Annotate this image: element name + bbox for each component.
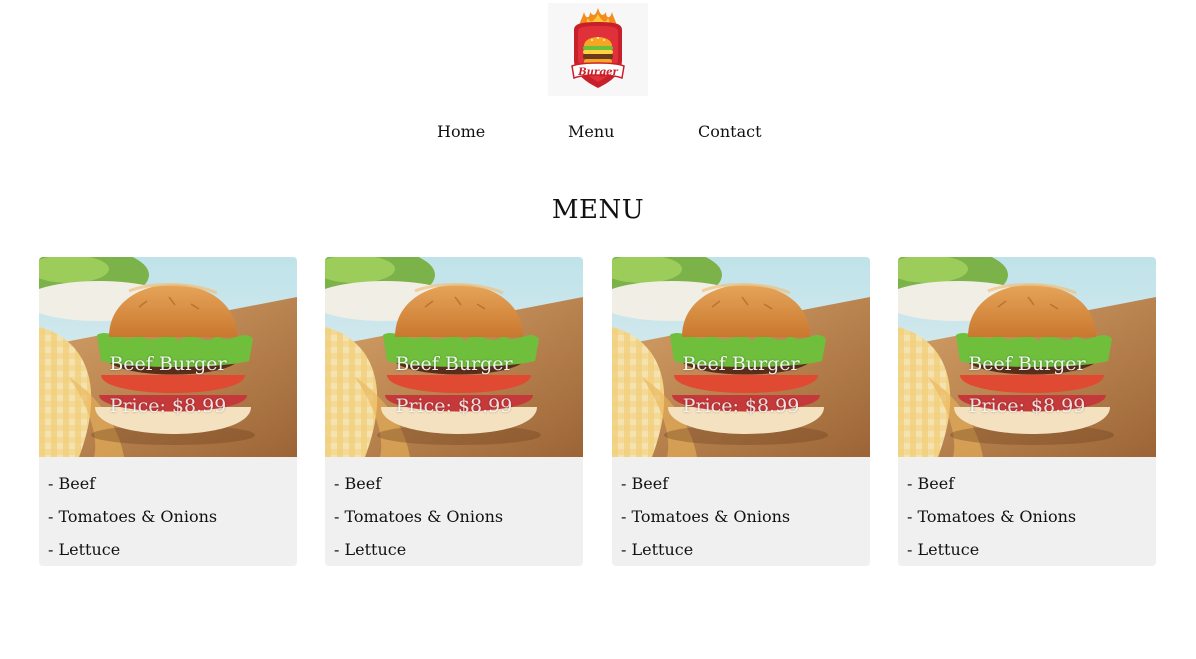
logo-text: Burger [577,67,618,78]
card-image: Beef Burger Price: $8.99 [612,257,870,457]
card-image: Beef Burger Price: $8.99 [325,257,583,457]
ingredient-list: - Beef - Tomatoes & Onions - Lettuce [325,457,583,566]
card-price: Price: $8.99 [968,395,1086,417]
nav-item-home[interactable]: Home [437,121,485,143]
card-name: Beef Burger [682,353,800,375]
main-nav: Home Menu Contact [0,121,1196,145]
ingredient-item: - Tomatoes & Onions [621,507,791,526]
ingredient-item: - Tomatoes & Onions [48,507,218,526]
ingredient-item: - Beef [621,474,669,493]
ingredient-item: - Beef [334,474,382,493]
ingredient-item: - Beef [48,474,96,493]
card-image: Beef Burger Price: $8.99 [898,257,1156,457]
card-name: Beef Burger [109,353,227,375]
ingredient-item: - Lettuce [907,540,980,559]
ingredient-item: - Tomatoes & Onions [334,507,504,526]
ingredient-item: - Lettuce [621,540,694,559]
logo[interactable]: Burger [548,3,648,96]
card-price: Price: $8.99 [682,395,800,417]
card-name: Beef Burger [395,353,513,375]
card-price: Price: $8.99 [395,395,513,417]
menu-card[interactable]: Beef Burger Price: $8.99 - Beef - Tomato… [325,257,583,566]
card-image: Beef Burger Price: $8.99 [39,257,297,457]
ingredient-item: - Lettuce [48,540,121,559]
nav-item-contact[interactable]: Contact [698,121,762,143]
ingredient-list: - Beef - Tomatoes & Onions - Lettuce [39,457,297,566]
page-title: MENU [551,195,645,225]
ingredient-item: - Lettuce [334,540,407,559]
menu-card[interactable]: Beef Burger Price: $8.99 - Beef - Tomato… [898,257,1156,566]
ingredient-list: - Beef - Tomatoes & Onions - Lettuce [612,457,870,566]
menu-card[interactable]: Beef Burger Price: $8.99 - Beef - Tomato… [39,257,297,566]
card-name: Beef Burger [968,353,1086,375]
menu-card[interactable]: Beef Burger Price: $8.99 - Beef - Tomato… [612,257,870,566]
ingredient-list: - Beef - Tomatoes & Onions - Lettuce [898,457,1156,566]
burger-logo-icon: Burger [571,7,625,88]
nav-item-menu[interactable]: Menu [568,121,614,143]
ingredient-item: - Tomatoes & Onions [907,507,1077,526]
menu-cards: Beef Burger Price: $8.99 - Beef - Tomato… [39,257,1156,567]
ingredient-item: - Beef [907,474,955,493]
card-price: Price: $8.99 [109,395,227,417]
